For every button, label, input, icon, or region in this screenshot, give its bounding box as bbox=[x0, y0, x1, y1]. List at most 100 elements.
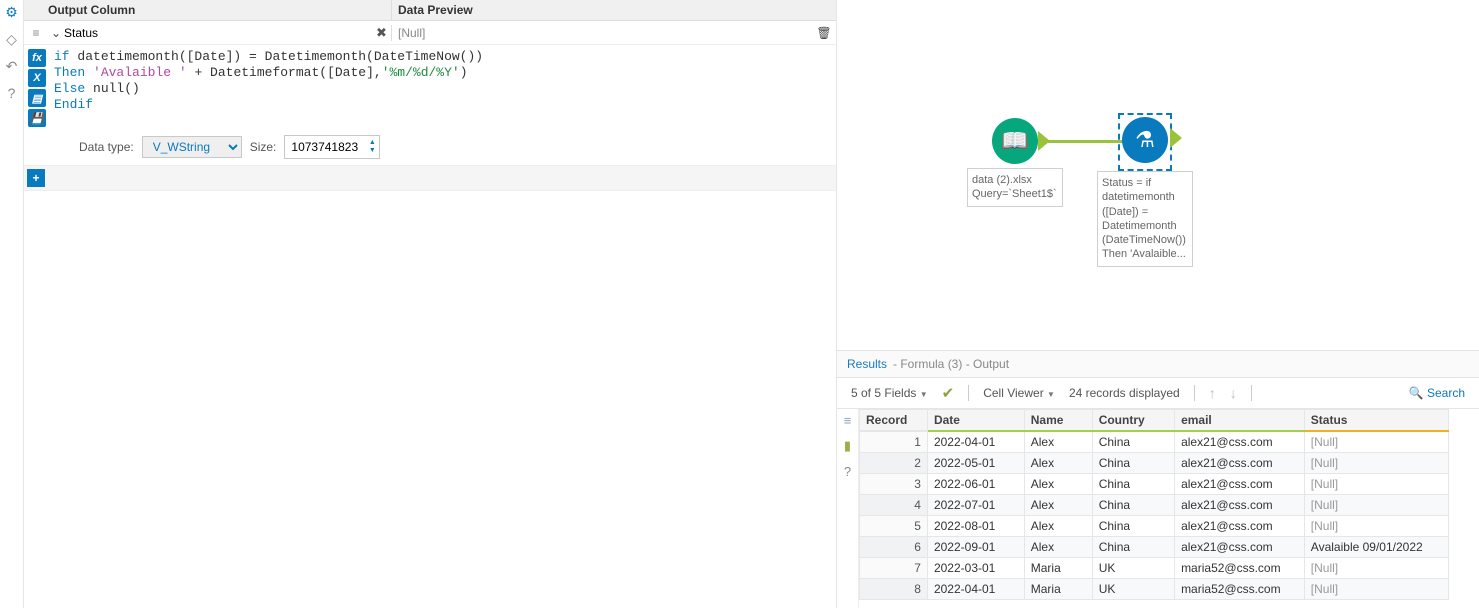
col-country[interactable]: Country bbox=[1092, 410, 1174, 432]
size-label: Size: bbox=[250, 140, 277, 154]
results-header: Results - Formula (3) - Output bbox=[837, 350, 1479, 377]
cell-name: Alex bbox=[1024, 431, 1092, 453]
formula-code-editor[interactable]: if datetimemonth([Date]) = Datetimemonth… bbox=[50, 47, 832, 127]
cell-email: maria52@css.com bbox=[1175, 579, 1305, 600]
collapse-chevron-icon[interactable]: ⌄ bbox=[48, 26, 64, 40]
gear-icon[interactable]: ⚙ bbox=[5, 4, 18, 21]
formula-node-caption: Status = if datetimemonth ([Date]) = Dat… bbox=[1097, 171, 1193, 267]
cell-record: 5 bbox=[860, 516, 928, 537]
data-icon[interactable]: ▮ bbox=[844, 438, 851, 454]
results-toolbar: 5 of 5 Fields ▼ ✔ Cell Viewer ▼ 24 recor… bbox=[837, 377, 1479, 409]
results-table: Record Date Name Country email Status 12… bbox=[859, 409, 1449, 600]
search-button[interactable]: 🔍 Search bbox=[1409, 386, 1465, 400]
cell-email: maria52@css.com bbox=[1175, 558, 1305, 579]
help-icon[interactable]: ? bbox=[8, 85, 16, 101]
info-icon[interactable]: ? bbox=[844, 464, 851, 479]
clear-column-icon[interactable]: ✖ bbox=[372, 25, 392, 41]
cell-record: 7 bbox=[860, 558, 928, 579]
col-status[interactable]: Status bbox=[1304, 410, 1448, 432]
undo-icon[interactable]: ↶ bbox=[6, 58, 18, 75]
table-row[interactable]: 32022-06-01AlexChinaalex21@css.com[Null] bbox=[860, 474, 1449, 495]
cell-name: Alex bbox=[1024, 537, 1092, 558]
table-row[interactable]: 62022-09-01AlexChinaalex21@css.comAvalai… bbox=[860, 537, 1449, 558]
table-row[interactable]: 82022-04-01MariaUKmaria52@css.com[Null] bbox=[860, 579, 1449, 600]
down-arrow-icon[interactable]: ↓ bbox=[1230, 385, 1237, 401]
datatype-select[interactable]: V_WString bbox=[142, 136, 242, 158]
up-arrow-icon[interactable]: ↑ bbox=[1209, 385, 1216, 401]
formula-config-panel: Output Column Data Preview ≡ ⌄ ✖ [Null] … bbox=[24, 0, 837, 608]
add-expression-row: + bbox=[24, 166, 836, 191]
cell-country: UK bbox=[1092, 579, 1174, 600]
fields-dropdown[interactable]: 5 of 5 Fields ▼ bbox=[851, 386, 928, 400]
cell-date: 2022-07-01 bbox=[927, 495, 1024, 516]
cell-status: Avalaible 09/01/2022 bbox=[1304, 537, 1448, 558]
results-subtitle: - Formula (3) - Output bbox=[893, 357, 1009, 371]
cell-status: [Null] bbox=[1304, 453, 1448, 474]
flask-icon: ⚗ bbox=[1122, 117, 1168, 163]
list-icon[interactable]: ≡ bbox=[844, 413, 852, 428]
cell-name: Alex bbox=[1024, 453, 1092, 474]
col-record[interactable]: Record bbox=[860, 410, 928, 432]
output-port[interactable] bbox=[1170, 128, 1182, 148]
col-email[interactable]: email bbox=[1175, 410, 1305, 432]
cell-country: China bbox=[1092, 516, 1174, 537]
cell-date: 2022-04-01 bbox=[927, 579, 1024, 600]
workflow-canvas[interactable]: 📖 data (2).xlsx Query=`Sheet1$` ⚗ Status… bbox=[837, 0, 1479, 350]
formula-node[interactable]: ⚗ Status = if datetimemonth ([Date]) = D… bbox=[1097, 113, 1193, 267]
add-expression-button[interactable]: + bbox=[27, 169, 45, 187]
cell-date: 2022-09-01 bbox=[927, 537, 1024, 558]
table-row[interactable]: 22022-05-01AlexChinaalex21@css.com[Null] bbox=[860, 453, 1449, 474]
cell-email: alex21@css.com bbox=[1175, 474, 1305, 495]
cell-viewer-dropdown[interactable]: Cell Viewer ▼ bbox=[983, 386, 1055, 400]
input-node-caption: data (2).xlsx Query=`Sheet1$` bbox=[967, 168, 1063, 207]
cell-date: 2022-06-01 bbox=[927, 474, 1024, 495]
results-title: Results bbox=[847, 357, 887, 371]
results-table-wrap[interactable]: Record Date Name Country email Status 12… bbox=[859, 409, 1479, 608]
size-input[interactable] bbox=[285, 136, 365, 158]
cell-record: 8 bbox=[860, 579, 928, 600]
datatype-row: Data type: V_WString Size: ▲▼ bbox=[24, 129, 836, 166]
table-row[interactable]: 72022-03-01MariaUKmaria52@css.com[Null] bbox=[860, 558, 1449, 579]
size-wrapper: ▲▼ bbox=[284, 135, 380, 159]
check-icon[interactable]: ✔ bbox=[942, 384, 955, 402]
variable-icon[interactable]: X bbox=[28, 69, 46, 87]
cell-email: alex21@css.com bbox=[1175, 516, 1305, 537]
cell-email: alex21@css.com bbox=[1175, 495, 1305, 516]
save-icon[interactable]: 💾 bbox=[28, 109, 46, 127]
data-preview-value: [Null] bbox=[392, 26, 812, 40]
cell-record: 1 bbox=[860, 431, 928, 453]
cell-status: [Null] bbox=[1304, 431, 1448, 453]
output-column-input[interactable] bbox=[64, 26, 372, 40]
formula-editor-area: fx X ▤ 💾 if datetimemonth([Date]) = Date… bbox=[24, 45, 836, 129]
cell-name: Alex bbox=[1024, 516, 1092, 537]
cell-country: UK bbox=[1092, 558, 1174, 579]
cell-date: 2022-03-01 bbox=[927, 558, 1024, 579]
output-port[interactable] bbox=[1038, 131, 1050, 151]
cell-record: 3 bbox=[860, 474, 928, 495]
table-row[interactable]: 12022-04-01AlexChinaalex21@css.com[Null] bbox=[860, 431, 1449, 453]
col-name[interactable]: Name bbox=[1024, 410, 1092, 432]
tag-icon[interactable]: ◇ bbox=[6, 31, 17, 48]
table-row[interactable]: 52022-08-01AlexChinaalex21@css.com[Null] bbox=[860, 516, 1449, 537]
delete-row-icon[interactable]: 🗑 bbox=[812, 26, 836, 40]
header-output-column: Output Column bbox=[24, 0, 392, 20]
cell-country: China bbox=[1092, 474, 1174, 495]
size-spinner[interactable]: ▲▼ bbox=[365, 139, 379, 155]
cell-email: alex21@css.com bbox=[1175, 431, 1305, 453]
results-area: ≡ ▮ ? Record Date Name Country email Sta… bbox=[837, 409, 1479, 608]
cell-name: Maria bbox=[1024, 579, 1092, 600]
cell-date: 2022-05-01 bbox=[927, 453, 1024, 474]
fx-icon[interactable]: fx bbox=[28, 49, 46, 67]
book-icon: 📖 bbox=[992, 118, 1038, 164]
col-date[interactable]: Date bbox=[927, 410, 1024, 432]
input-data-node[interactable]: 📖 data (2).xlsx Query=`Sheet1$` bbox=[967, 118, 1063, 207]
drag-handle-icon[interactable]: ≡ bbox=[24, 26, 48, 40]
config-header-row: Output Column Data Preview bbox=[24, 0, 836, 21]
datatype-label: Data type: bbox=[79, 140, 134, 154]
cell-record: 4 bbox=[860, 495, 928, 516]
columns-icon[interactable]: ▤ bbox=[28, 89, 46, 107]
cell-status: [Null] bbox=[1304, 579, 1448, 600]
table-row[interactable]: 42022-07-01AlexChinaalex21@css.com[Null] bbox=[860, 495, 1449, 516]
cell-status: [Null] bbox=[1304, 558, 1448, 579]
cell-country: China bbox=[1092, 495, 1174, 516]
